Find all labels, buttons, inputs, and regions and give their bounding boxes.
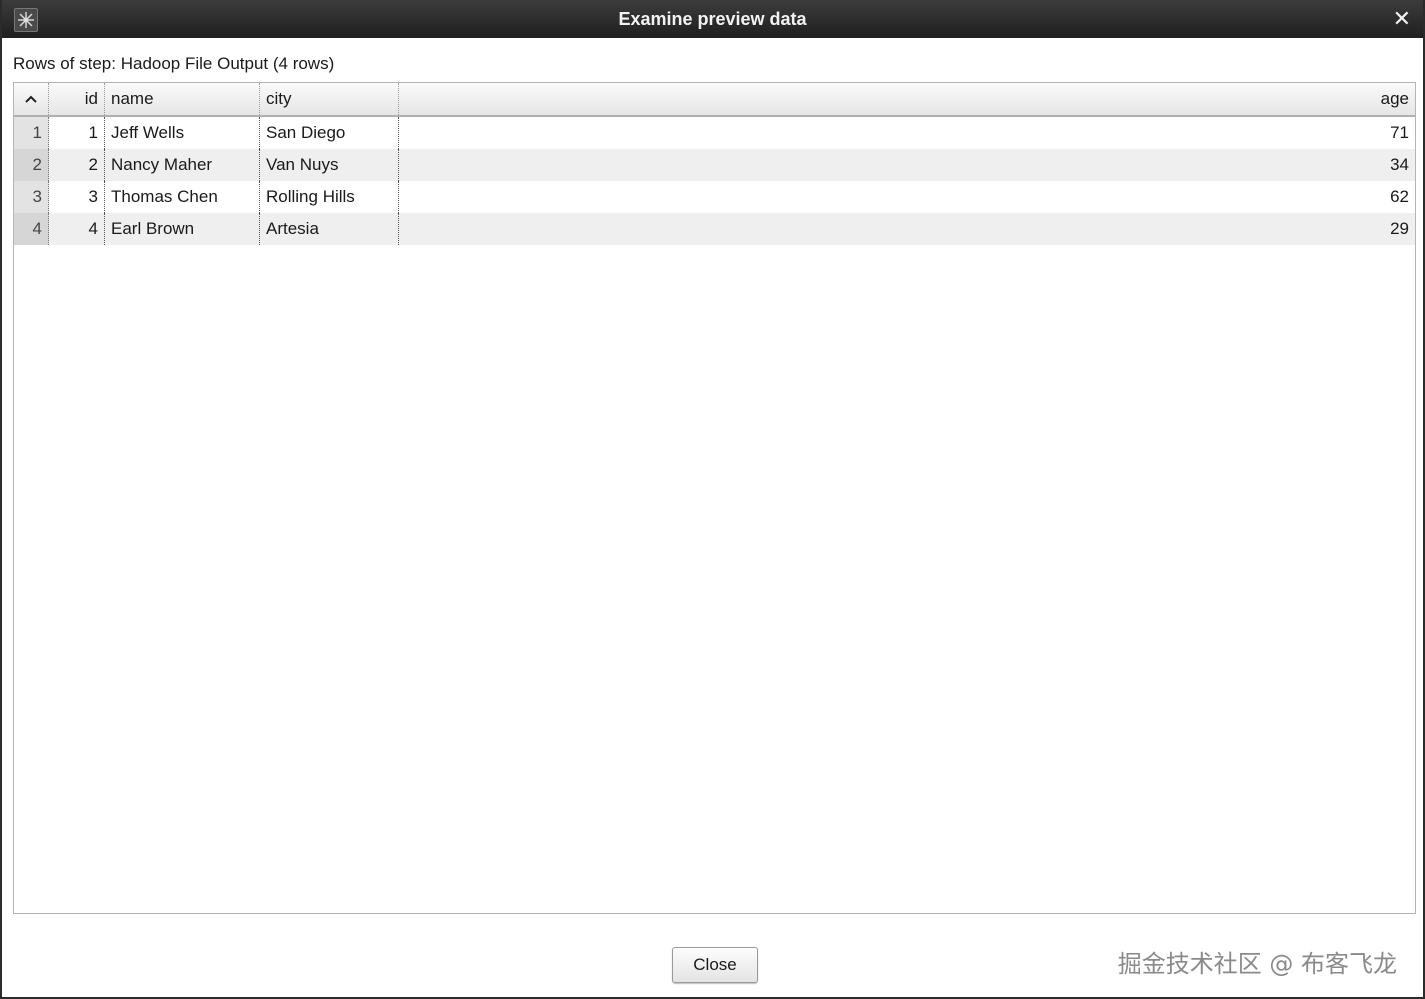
cell-age[interactable]: 34	[399, 149, 1415, 181]
table-header: id name city age	[14, 83, 1415, 117]
cell-age[interactable]: 71	[399, 117, 1415, 149]
column-header-name[interactable]: name	[105, 83, 260, 115]
cell-city[interactable]: Artesia	[260, 213, 399, 245]
step-label: Rows of step: Hadoop File Output (4 rows…	[13, 54, 335, 73]
table-row[interactable]: 3 3 Thomas Chen Rolling Hills 62	[14, 181, 1415, 213]
preview-table: id name city age 1 1 Jeff Wells San Dieg…	[13, 82, 1416, 914]
row-number: 3	[14, 181, 49, 213]
watermark: 掘金技术社区 @ 布客飞龙	[1117, 950, 1397, 978]
cell-city[interactable]: Van Nuys	[260, 149, 399, 181]
sort-up-icon[interactable]	[14, 83, 49, 115]
cell-name[interactable]: Jeff Wells	[105, 117, 260, 149]
cell-id[interactable]: 4	[49, 213, 105, 245]
cell-name[interactable]: Earl Brown	[105, 213, 260, 245]
cell-age[interactable]: 62	[399, 181, 1415, 213]
row-number: 1	[14, 117, 49, 149]
cell-city[interactable]: Rolling Hills	[260, 181, 399, 213]
column-header-age[interactable]: age	[399, 83, 1415, 115]
cell-city[interactable]: San Diego	[260, 117, 399, 149]
column-header-city[interactable]: city	[260, 83, 399, 115]
cell-name[interactable]: Nancy Maher	[105, 149, 260, 181]
cell-name[interactable]: Thomas Chen	[105, 181, 260, 213]
close-button[interactable]: Close	[672, 947, 758, 983]
cell-id[interactable]: 2	[49, 149, 105, 181]
column-header-id[interactable]: id	[49, 83, 105, 115]
table-row[interactable]: 2 2 Nancy Maher Van Nuys 34	[14, 149, 1415, 181]
cell-id[interactable]: 3	[49, 181, 105, 213]
preview-dialog: Examine preview data ✕ Rows of step: Had…	[0, 0, 1425, 999]
title-bar: Examine preview data ✕	[2, 0, 1423, 38]
cell-age[interactable]: 29	[399, 213, 1415, 245]
window-title: Examine preview data	[618, 9, 807, 29]
table-row[interactable]: 4 4 Earl Brown Artesia 29	[14, 213, 1415, 245]
row-number: 4	[14, 213, 49, 245]
cell-id[interactable]: 1	[49, 117, 105, 149]
table-row[interactable]: 1 1 Jeff Wells San Diego 71	[14, 117, 1415, 149]
close-icon[interactable]: ✕	[1393, 6, 1411, 32]
row-number: 2	[14, 149, 49, 181]
